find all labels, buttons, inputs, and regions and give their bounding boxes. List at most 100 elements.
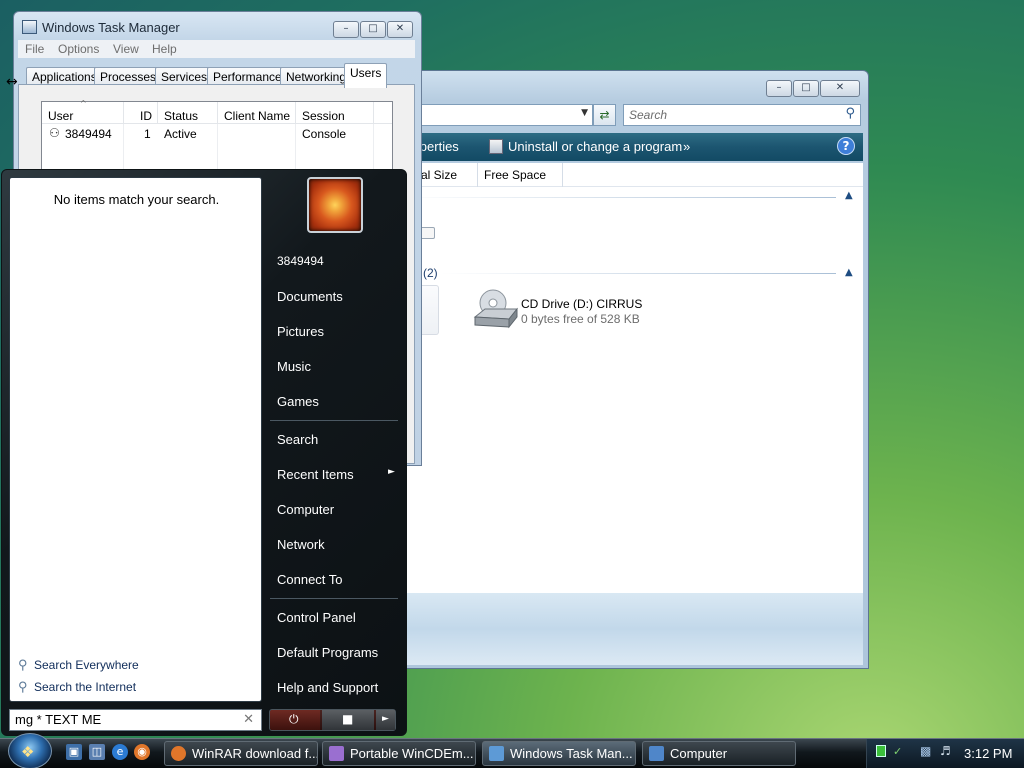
maximize-button[interactable]: □: [793, 80, 819, 97]
cd-drive-name[interactable]: CD Drive (D:) CIRRUS: [521, 297, 642, 311]
collapse-group-icon[interactable]: ▲: [845, 190, 853, 201]
column-status[interactable]: Status: [164, 109, 198, 123]
search-internet-label: Search the Internet: [34, 680, 137, 694]
column-divider[interactable]: [477, 163, 478, 187]
network-icon[interactable]: ▩: [920, 744, 931, 758]
close-button[interactable]: ✕: [387, 21, 413, 38]
taskbar-button-winrar[interactable]: WinRAR download f...: [164, 741, 318, 766]
minimize-button[interactable]: –: [766, 80, 792, 97]
address-bar[interactable]: ▼: [401, 104, 593, 126]
refresh-button[interactable]: ⇄: [593, 104, 616, 126]
column-header: al Size Free Space: [401, 163, 863, 187]
column-divider[interactable]: [373, 102, 374, 124]
show-desktop-icon[interactable]: ▣: [66, 744, 82, 760]
taskbar-button-task-manager[interactable]: Windows Task Man...: [482, 741, 636, 766]
search-icon[interactable]: ⚲: [845, 106, 855, 121]
taskbar-button-label: Computer: [670, 746, 728, 761]
close-button[interactable]: ✕: [820, 80, 860, 97]
power-button[interactable]: ⏻: [270, 710, 320, 730]
maximize-button[interactable]: □: [360, 21, 386, 38]
chevron-down-icon[interactable]: ▼: [581, 108, 588, 118]
lock-icon: ■: [342, 712, 354, 726]
tab-strip: Applications Processes Services Performa…: [18, 58, 415, 88]
taskbar-button-label: WinRAR download f...: [192, 746, 318, 761]
column-divider[interactable]: [295, 102, 296, 124]
documents-link[interactable]: Documents: [277, 289, 343, 304]
total-size-column[interactable]: al Size: [421, 168, 457, 182]
menu-file[interactable]: File: [25, 42, 44, 56]
control-panel-link[interactable]: Control Panel: [277, 610, 356, 625]
group-count[interactable]: (2): [423, 266, 438, 280]
taskbar-button-computer[interactable]: Computer: [642, 741, 796, 766]
user-icon: ⚇: [49, 126, 60, 140]
menu-view[interactable]: View: [113, 42, 139, 56]
taskbar-button-label: Portable WinCDEm...: [350, 746, 474, 761]
collapse-group-icon[interactable]: ▲: [845, 267, 853, 278]
search-everywhere-link[interactable]: ⚲ Search Everywhere: [18, 657, 139, 673]
user-picture[interactable]: [307, 177, 363, 233]
search-link[interactable]: Search: [277, 432, 318, 447]
free-space-column[interactable]: Free Space: [484, 168, 546, 182]
pictures-link[interactable]: Pictures: [277, 324, 324, 339]
column-divider[interactable]: [123, 102, 124, 124]
sort-arrow-icon: ^: [80, 99, 87, 108]
uninstall-icon: [489, 139, 503, 154]
uninstall-program-button[interactable]: Uninstall or change a program: [508, 139, 682, 154]
minimize-button[interactable]: –: [333, 21, 359, 38]
search-internet-link[interactable]: ⚲ Search the Internet: [18, 679, 136, 695]
taskbar-button-label: Windows Task Man...: [510, 746, 633, 761]
search-placeholder: Search: [629, 108, 668, 122]
connect-to-link[interactable]: Connect To: [277, 572, 343, 587]
row-status: Active: [164, 127, 197, 141]
window-title: Windows Task Manager: [42, 20, 180, 35]
firefox-icon[interactable]: ◉: [134, 744, 150, 760]
internet-explorer-icon[interactable]: e: [112, 744, 128, 760]
search-everywhere-label: Search Everywhere: [34, 658, 139, 672]
search-input[interactable]: Search ⚲: [623, 104, 861, 126]
volume-icon[interactable]: ♬: [940, 744, 951, 758]
column-divider[interactable]: [157, 102, 158, 124]
start-search-input[interactable]: mg * TEXT ME ✕: [9, 709, 262, 731]
column-client-name[interactable]: Client Name: [224, 109, 290, 123]
wincdemu-icon: [329, 746, 344, 761]
shutdown-options-button[interactable]: ►: [376, 710, 395, 730]
more-commands-button[interactable]: »: [683, 139, 690, 154]
column-divider[interactable]: [217, 102, 218, 124]
clock[interactable]: 3:12 PM: [964, 746, 1012, 761]
chevron-right-icon: ►: [382, 714, 389, 724]
network-link[interactable]: Network: [277, 537, 325, 552]
explorer-content: ▲ (2) ▲ CD Drive (D:) CIRRUS 0 bytes fre…: [401, 187, 863, 593]
default-programs-link[interactable]: Default Programs: [277, 645, 378, 660]
firefox-icon: [171, 746, 186, 761]
menu-separator: [270, 598, 398, 599]
column-id[interactable]: ID: [140, 109, 152, 123]
task-manager-icon: [22, 20, 37, 34]
lock-button[interactable]: ■: [322, 710, 374, 730]
menu-options[interactable]: Options: [58, 42, 99, 56]
search-icon: ⚲: [18, 657, 28, 672]
menu-help[interactable]: Help: [152, 42, 177, 56]
column-session[interactable]: Session: [302, 109, 345, 123]
clear-search-icon[interactable]: ✕: [243, 712, 254, 727]
tray-app-icon[interactable]: [876, 745, 886, 757]
power-icon: ⏻: [289, 712, 299, 726]
switch-windows-icon[interactable]: ◫: [89, 744, 105, 760]
no-results-message: No items match your search.: [53, 192, 220, 207]
games-link[interactable]: Games: [277, 394, 319, 409]
help-and-support-link[interactable]: Help and Support: [277, 680, 378, 695]
music-link[interactable]: Music: [277, 359, 311, 374]
tab-users[interactable]: Users: [344, 63, 388, 88]
menu-separator: [270, 420, 398, 421]
help-icon[interactable]: ?: [837, 137, 855, 155]
taskbar-button-wincdemu[interactable]: Portable WinCDEm...: [322, 741, 476, 766]
user-name-link[interactable]: 3849494: [277, 254, 324, 268]
safely-remove-icon[interactable]: ✓: [893, 745, 902, 758]
start-button[interactable]: ❖: [8, 733, 52, 768]
row-session: Console: [302, 127, 347, 141]
column-user[interactable]: User: [48, 109, 73, 123]
refresh-icon: ⇄: [599, 108, 610, 122]
computer-link[interactable]: Computer: [277, 502, 334, 517]
column-divider[interactable]: [562, 163, 563, 187]
recent-items-link[interactable]: Recent Items: [277, 467, 354, 482]
cd-drive-icon[interactable]: [471, 287, 521, 333]
